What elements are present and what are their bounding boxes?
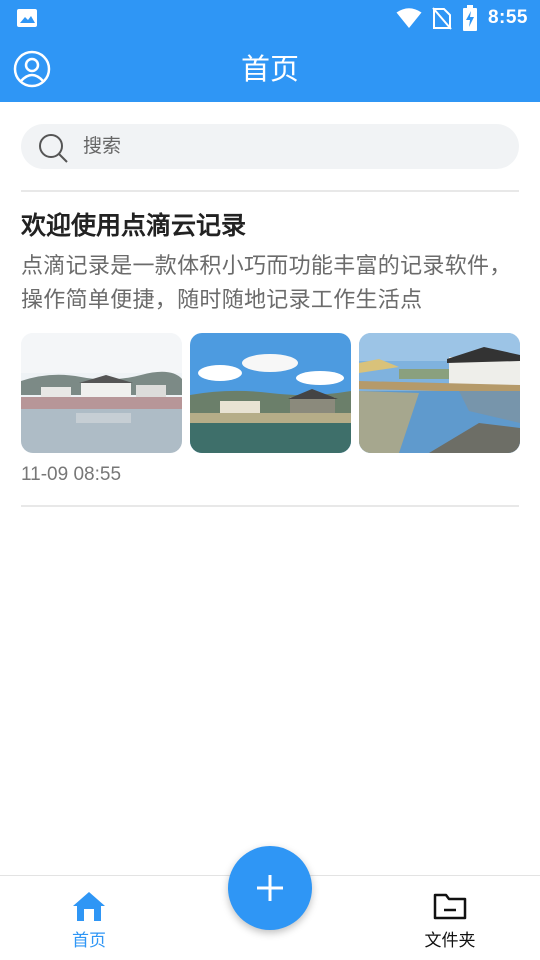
divider: [21, 190, 519, 192]
status-time: 8:55: [487, 7, 528, 28]
search-placeholder: 搜索: [83, 135, 122, 157]
search-icon: [39, 134, 68, 163]
nav-home[interactable]: 首页: [29, 890, 149, 951]
app-bar: 首页: [0, 36, 540, 102]
note-images: [21, 333, 520, 453]
village-lake-photo[interactable]: [21, 333, 182, 453]
note-title: 欢迎使用点滴云记录: [21, 211, 247, 240]
image-icon: [17, 9, 37, 27]
home-icon: [73, 892, 105, 921]
add-note-button[interactable]: [228, 846, 312, 930]
village-sky-photo[interactable]: [190, 333, 351, 453]
page-title: 首页: [240, 52, 299, 86]
note-timestamp: 11-09 08:55: [21, 464, 122, 485]
no-sim-icon: [432, 7, 452, 30]
status-bar: 8:55: [0, 0, 540, 36]
folder-icon: [433, 893, 467, 920]
wifi-icon: [396, 8, 422, 28]
village-reflection-photo[interactable]: [359, 333, 520, 453]
plus-icon: [257, 875, 283, 901]
search-bar[interactable]: 搜索: [21, 124, 519, 169]
divider: [21, 505, 519, 507]
battery-charging-icon: [462, 5, 477, 31]
note-body: 点滴记录是一款体积小巧而功能丰富的记录软件，操作简单便捷，随时随地记录工作生活点: [21, 254, 512, 313]
nav-home-label: 首页: [72, 931, 106, 951]
nav-folder-label: 文件夹: [424, 931, 476, 951]
nav-folder[interactable]: 文件夹: [390, 890, 510, 951]
